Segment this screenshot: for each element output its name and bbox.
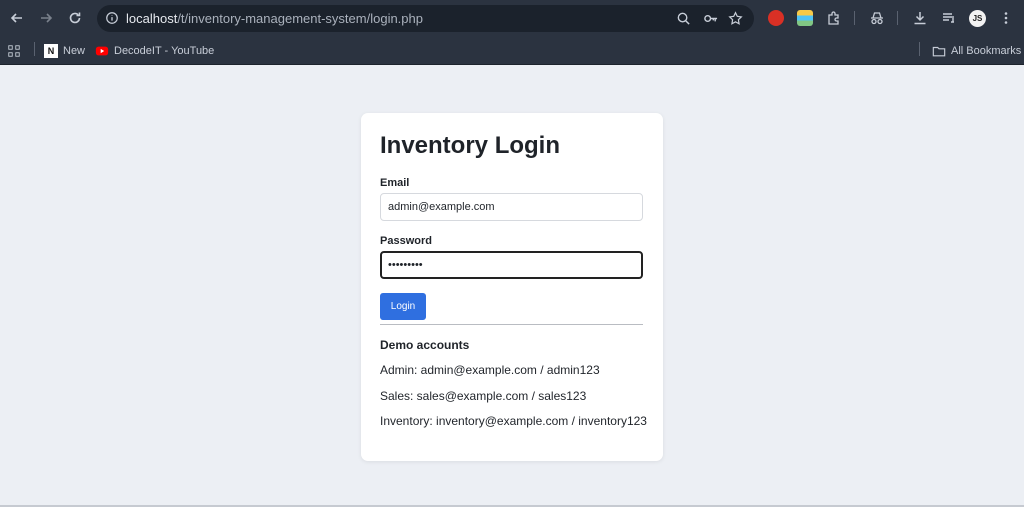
extension-stop-icon[interactable] — [768, 10, 784, 26]
demo-account-inventory: Inventory: inventory@example.com / inven… — [380, 414, 647, 428]
url-path: /t/inventory-management-system/login.php — [177, 11, 423, 26]
password-field[interactable]: ••••••••• — [380, 251, 643, 279]
bookmark-label: DecodeIT - YouTube — [114, 45, 215, 57]
bookmark-item[interactable]: DecodeIT - YouTube — [95, 42, 214, 60]
divider — [380, 324, 643, 325]
forward-arrow-icon[interactable] — [36, 8, 56, 28]
menu-dots-icon[interactable] — [996, 8, 1016, 28]
login-card: Inventory Login Email admin@example.com … — [361, 113, 663, 461]
bookmark-label: New — [63, 45, 86, 57]
email-label: Email — [380, 177, 410, 189]
url-text[interactable]: localhost/t/inventory-management-system/… — [126, 11, 423, 26]
reload-icon[interactable] — [65, 8, 85, 28]
folder-icon — [932, 44, 946, 58]
extensions-puzzle-icon[interactable] — [824, 8, 844, 28]
toolbar-separator — [897, 11, 898, 25]
bookmark-item[interactable]: N New — [44, 42, 85, 60]
profile-avatar[interactable]: JS — [969, 10, 986, 27]
back-arrow-icon[interactable] — [7, 8, 27, 28]
email-field[interactable]: admin@example.com — [380, 193, 643, 221]
password-label: Password — [380, 235, 432, 247]
notion-icon: N — [44, 44, 58, 58]
star-icon[interactable] — [726, 9, 744, 27]
bookmarks-separator — [919, 42, 920, 56]
bookmarks-bar: N New DecodeIT - YouTube All Bookmarks — [0, 37, 1024, 65]
extension-color-icon[interactable] — [797, 10, 813, 26]
site-info-icon[interactable] — [103, 9, 121, 27]
bookmarks-separator — [34, 42, 35, 56]
youtube-icon — [95, 44, 109, 58]
address-bar[interactable]: localhost/t/inventory-management-system/… — [97, 5, 754, 32]
browser-toolbar: localhost/t/inventory-management-system/… — [0, 0, 1024, 37]
toolbar-separator — [854, 11, 855, 25]
demo-account-sales: Sales: sales@example.com / sales123 — [380, 389, 587, 403]
demo-account-admin: Admin: admin@example.com / admin123 — [380, 363, 600, 377]
apps-grid-icon[interactable] — [7, 42, 21, 60]
page-title: Inventory Login — [380, 132, 560, 159]
all-bookmarks-button[interactable]: All Bookmarks — [932, 42, 1021, 60]
reading-list-icon[interactable] — [939, 8, 959, 28]
download-icon[interactable] — [910, 8, 930, 28]
login-button[interactable]: Login — [380, 293, 426, 320]
incognito-icon[interactable] — [867, 8, 887, 28]
demo-accounts-heading: Demo accounts — [380, 338, 470, 352]
url-host: localhost — [126, 11, 178, 26]
key-icon[interactable] — [701, 9, 719, 27]
zoom-icon[interactable] — [674, 9, 692, 27]
all-bookmarks-label: All Bookmarks — [951, 45, 1022, 57]
